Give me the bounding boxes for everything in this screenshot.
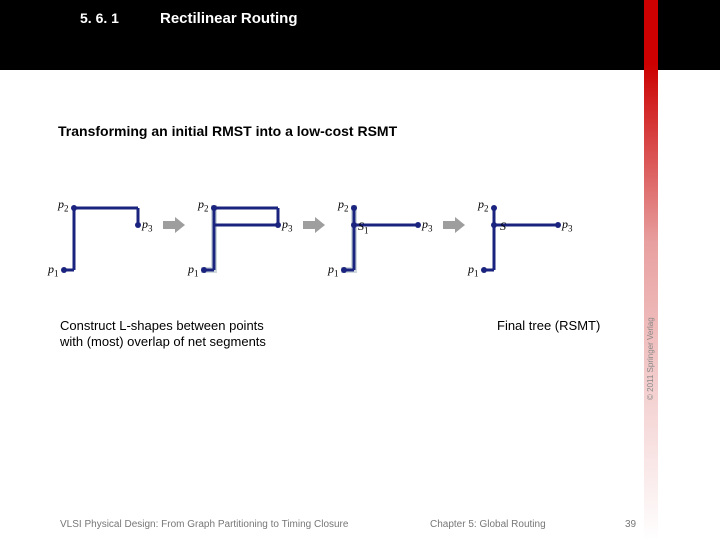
diagram-panel-3: p2 S1 p3 p1 <box>330 195 448 285</box>
slide-header: 5. 6. 1 Rectilinear Routing <box>0 0 720 70</box>
label-p2: p2 <box>338 197 349 213</box>
label-p3: p3 <box>282 217 293 233</box>
label-p2: p2 <box>58 197 69 213</box>
label-s: S <box>500 219 506 234</box>
label-p1: p1 <box>328 262 339 278</box>
arrow-icon <box>303 217 325 233</box>
label-p3: p3 <box>422 217 433 233</box>
slide-footer: VLSI Physical Design: From Graph Partiti… <box>0 510 720 530</box>
caption-left-line1: Construct L-shapes between points <box>60 318 266 334</box>
footer-left: VLSI Physical Design: From Graph Partiti… <box>60 519 348 530</box>
section-number: 5. 6. 1 <box>80 10 119 26</box>
diagram-panel-1: p2 p3 p1 <box>50 195 168 285</box>
label-p3: p3 <box>562 217 573 233</box>
header-corner <box>0 0 70 70</box>
caption-left-line2: with (most) overlap of net segments <box>60 334 266 350</box>
label-p2: p2 <box>198 197 209 213</box>
diagram-panel-4: p2 S p3 p1 <box>470 195 588 285</box>
diagram-row: p2 p3 p1 p2 p3 p1 <box>50 195 650 315</box>
footer-page-number: 39 <box>625 519 636 530</box>
label-p1: p1 <box>48 262 59 278</box>
label-p1: p1 <box>468 262 479 278</box>
diagram-panel-2: p2 p3 p1 <box>190 195 308 285</box>
slide-title: Rectilinear Routing <box>160 10 298 27</box>
label-p3: p3 <box>142 217 153 233</box>
arrow-icon <box>163 217 185 233</box>
label-s1: S1 <box>358 219 369 235</box>
subtitle: Transforming an initial RMST into a low-… <box>58 123 397 139</box>
label-p2: p2 <box>478 197 489 213</box>
copyright-text: © 2011 Springer Verlag <box>646 317 655 400</box>
arrow-icon <box>443 217 465 233</box>
footer-center: Chapter 5: Global Routing <box>430 519 546 530</box>
caption-right: Final tree (RSMT) <box>497 318 600 333</box>
label-p1: p1 <box>188 262 199 278</box>
caption-left: Construct L-shapes between points with (… <box>60 318 266 351</box>
